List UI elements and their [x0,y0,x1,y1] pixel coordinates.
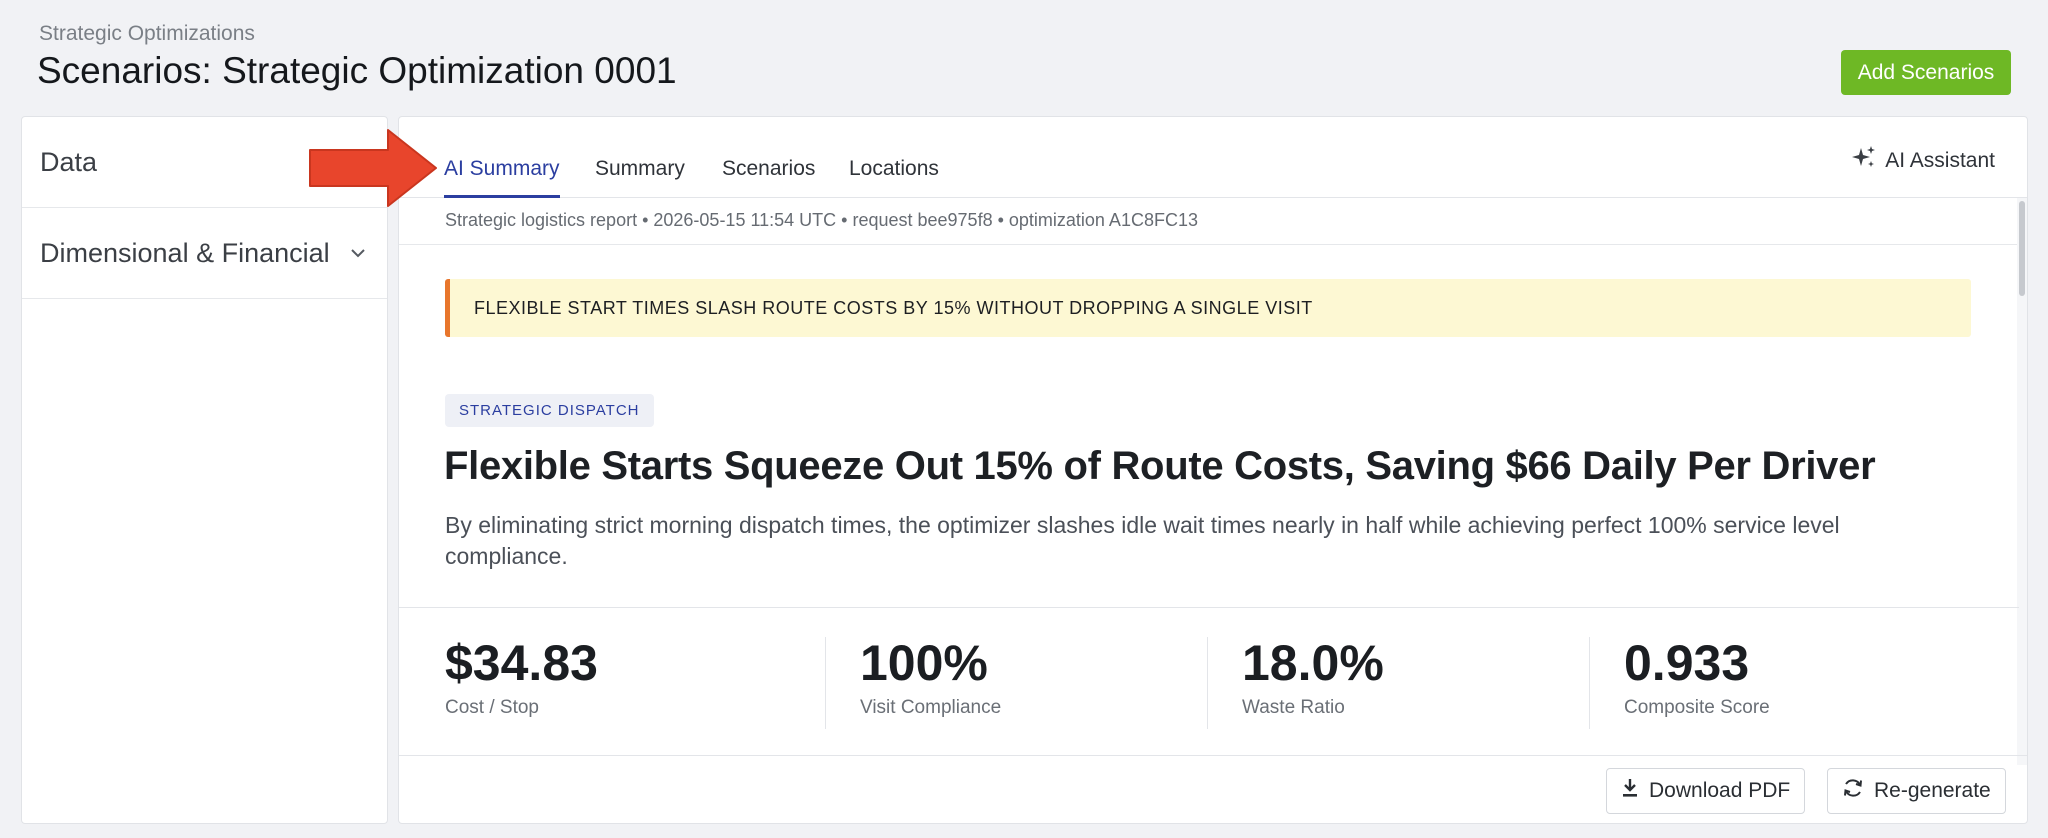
stat-separator [1589,637,1590,729]
stat-composite-score: 0.933 Composite Score [1624,635,1770,719]
stat-label: Cost / Stop [445,697,539,718]
report-panel: AI Summary Summary Scenarios Locations A… [398,116,2028,824]
report-meta: Strategic logistics report • 2026-05-15 … [445,210,1198,230]
annotation-arrow-icon [309,129,437,207]
stat-cost-per-stop: $34.83 Cost / Stop [445,635,598,719]
stat-label: Composite Score [1624,697,1770,718]
download-pdf-label: Download PDF [1649,779,1791,802]
sparkle-icon [1851,145,1877,177]
tab-bar: AI Summary Summary Scenarios Locations A… [399,117,2027,198]
banner-text: FLEXIBLE START TIMES SLASH ROUTE COSTS B… [474,297,1313,318]
category-tag: STRATEGIC DISPATCH [445,394,654,427]
download-pdf-button[interactable]: Download PDF [1606,768,1806,814]
sidebar-item-label: Data [40,146,98,177]
key-insight-banner: FLEXIBLE START TIMES SLASH ROUTE COSTS B… [445,279,1971,337]
stat-value: $34.83 [445,635,598,691]
sidebar-item-dimensional-financial[interactable]: Dimensional & Financial [22,208,387,299]
tab-ai-summary[interactable]: AI Summary [444,157,560,198]
stat-label: Waste Ratio [1242,697,1345,718]
report-headline: Flexible Starts Squeeze Out 15% of Route… [444,444,1876,488]
divider [399,607,2019,608]
tab-summary[interactable]: Summary [595,157,685,195]
stat-visit-compliance: 100% Visit Compliance [860,635,1001,719]
sidebar-item-label: Dimensional & Financial [40,237,330,268]
ai-assistant-label: AI Assistant [1885,149,1995,172]
tab-locations[interactable]: Locations [849,157,939,195]
add-scenarios-button[interactable]: Add Scenarios [1841,50,2011,95]
download-icon [1621,778,1639,804]
stat-value: 100% [860,635,988,691]
page-title: Scenarios: Strategic Optimization 0001 [37,50,677,91]
chevron-down-icon[interactable] [347,242,369,264]
regenerate-button[interactable]: Re-generate [1827,768,2006,814]
stat-separator [1207,637,1208,729]
breadcrumb[interactable]: Strategic Optimizations [39,22,255,46]
ai-assistant-button[interactable]: AI Assistant [1851,145,1995,177]
regenerate-label: Re-generate [1874,779,1991,802]
stat-separator [825,637,826,729]
stat-value: 0.933 [1624,635,1750,691]
scrollbar-thumb[interactable] [2019,201,2025,296]
sidebar: Data Dimensional & Financial [21,116,388,824]
stat-label: Visit Compliance [860,697,1002,718]
divider [399,244,2027,245]
tab-scenarios[interactable]: Scenarios [722,157,815,195]
stat-waste-ratio: 18.0% Waste Ratio [1242,635,1384,719]
divider [399,755,2027,756]
report-subhead: By eliminating strict morning dispatch t… [445,512,1840,569]
refresh-icon [1842,777,1864,805]
stat-value: 18.0% [1242,635,1384,691]
